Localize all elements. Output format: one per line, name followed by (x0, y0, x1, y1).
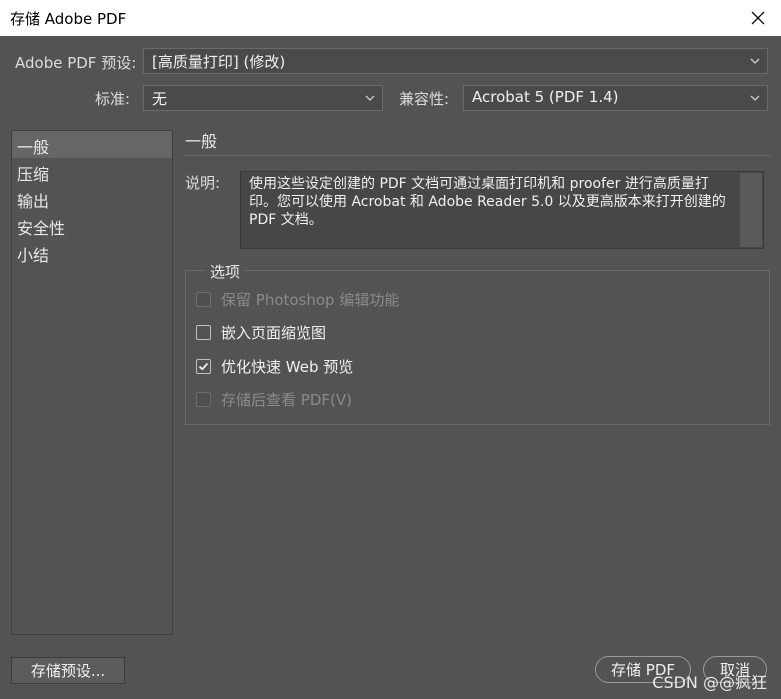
compat-label: 兼容性: (399, 90, 450, 108)
checkbox[interactable] (196, 291, 211, 307)
preset-select[interactable]: [高质量打印] (修改) (143, 48, 768, 74)
option-label: 嵌入页面缩览图 (221, 323, 327, 342)
description-scrollbar[interactable] (740, 173, 762, 247)
standard-label: 标准: (95, 90, 131, 108)
checkmark-icon (198, 362, 209, 370)
preset-label: Adobe PDF 预设: (15, 54, 137, 72)
option-label: 保留 Photoshop 编辑功能 (221, 290, 400, 309)
section-divider (184, 155, 770, 156)
category-item-general[interactable]: 一般 (12, 131, 172, 158)
option-optimize-fast-web-view[interactable]: 优化快速 Web 预览 (196, 356, 353, 376)
checkbox-checked[interactable] (196, 358, 211, 374)
section-title: 一般 (185, 132, 218, 151)
close-button[interactable] (735, 0, 781, 36)
save-preset-button[interactable]: 存储预设... (11, 657, 125, 684)
chevron-down-icon (750, 58, 760, 64)
preset-value: [高质量打印] (修改) (152, 53, 286, 71)
category-item-security[interactable]: 安全性 (12, 212, 172, 239)
option-label: 存储后查看 PDF(V) (221, 390, 352, 409)
option-embed-page-thumbnails[interactable]: 嵌入页面缩览图 (196, 322, 326, 342)
save-adobe-pdf-dialog: 存储 Adobe PDF Adobe PDF 预设: [高质量打印] (修改) … (0, 0, 781, 699)
option-view-pdf-after-saving[interactable]: 存储后查看 PDF(V) (196, 389, 352, 409)
compat-select[interactable]: Acrobat 5 (PDF 1.4) (463, 85, 768, 111)
category-item-output[interactable]: 输出 (12, 185, 172, 212)
options-legend: 选项 (205, 261, 246, 282)
option-preserve-photoshop-editing[interactable]: 保留 Photoshop 编辑功能 (196, 289, 399, 309)
checkbox[interactable] (196, 391, 211, 407)
chevron-down-icon (365, 95, 375, 101)
category-list: 一般 压缩 输出 安全性 小结 (11, 130, 173, 635)
description-text: 使用这些设定创建的 PDF 文档可通过桌面打印机和 proofer 进行高质量打… (240, 171, 764, 249)
title-bar: 存储 Adobe PDF (0, 0, 781, 36)
compat-value: Acrobat 5 (PDF 1.4) (472, 88, 619, 106)
category-item-compression[interactable]: 压缩 (12, 158, 172, 185)
standard-select[interactable]: 无 (143, 85, 383, 111)
description-label: 说明: (185, 174, 221, 192)
standard-value: 无 (152, 90, 168, 108)
close-icon (751, 11, 765, 25)
category-item-summary[interactable]: 小结 (12, 239, 172, 266)
checkbox[interactable] (196, 324, 211, 340)
chevron-down-icon (750, 95, 760, 101)
description-content: 使用这些设定创建的 PDF 文档可通过桌面打印机和 proofer 进行高质量打… (249, 176, 726, 228)
window-title: 存储 Adobe PDF (10, 10, 127, 28)
option-label: 优化快速 Web 预览 (221, 357, 354, 376)
watermark: CSDN @@疯狂 (652, 673, 767, 692)
